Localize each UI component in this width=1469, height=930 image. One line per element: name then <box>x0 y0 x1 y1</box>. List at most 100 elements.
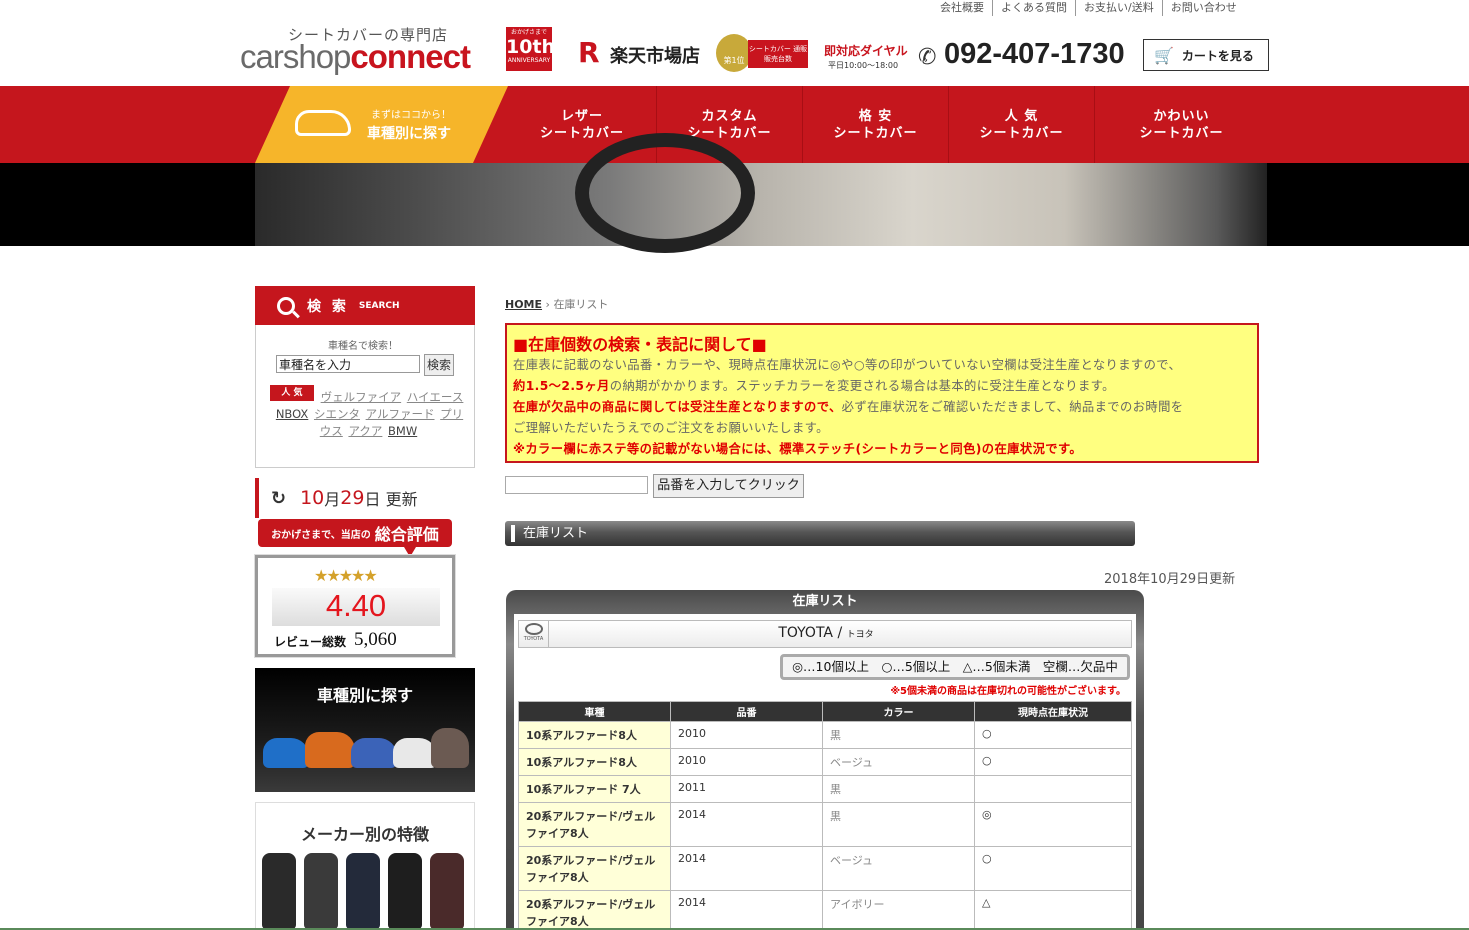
nav-popular[interactable]: 人 気シートカバー <box>948 86 1094 163</box>
nav-cheap[interactable]: 格 安シートカバー <box>802 86 948 163</box>
orange-car-image <box>305 732 355 768</box>
popular-link-sienta[interactable]: シエンタ <box>314 407 360 421</box>
seat-image-4 <box>388 853 422 929</box>
link-payment[interactable]: お支払い/送料 <box>1076 0 1163 16</box>
header-color: カラー <box>822 701 975 722</box>
notice-p1: 在庫表に記載のない品番・カラーや、現時点在庫状況に◎や○等の印がついていない空欄… <box>513 358 1182 372</box>
phone-icon: ✆ <box>918 45 937 70</box>
badge-top-text: おかげさまで <box>510 29 547 36</box>
stock-list-inner: TOYOTA / トヨタ TOYOTA ◎…10個以上 ○…5個以上 △…5個未… <box>514 614 1136 930</box>
logo-text-b: connect <box>350 38 471 75</box>
sidebar-search-header: 検 索 SEARCH <box>255 286 475 325</box>
breadcrumb-current: 在庫リスト <box>553 298 609 311</box>
dial-label: 即対応ダイヤル <box>824 44 908 58</box>
update-month: 10 <box>300 487 325 509</box>
link-contact[interactable]: お問い合わせ <box>1163 0 1245 16</box>
nav-leather-l2: シートカバー <box>539 125 624 141</box>
maker-name-kana: トヨタ <box>846 630 874 640</box>
logo-text-a: carshop <box>240 38 351 75</box>
site-logo[interactable]: carshopconnect <box>240 38 471 76</box>
stock-list-title: 在庫リスト <box>792 594 858 609</box>
popular-link-alphard[interactable]: アルファード <box>366 407 435 421</box>
notice-p2-red: 約1.5～2.5ヶ月 <box>513 379 610 393</box>
table-row: 10系アルファード8人 2010 ベージュ ○ <box>518 748 1132 776</box>
sidebar-update: ↻ 10 月 29 日 更新 <box>255 478 475 518</box>
page: 会社概要 よくある質問 お支払い/送料 お問い合わせ シートカバーの専門店 ca… <box>0 0 1469 930</box>
popular-link-hiace[interactable]: ハイエース <box>407 390 464 404</box>
nav-search-by-car[interactable]: まずはココから！ 車種別に探す <box>255 86 508 163</box>
section-title-bar: 在庫リスト <box>505 521 1135 546</box>
toyota-logo-text: TOYOTA <box>523 636 544 642</box>
popular-link-vellfire[interactable]: ヴェルファイア <box>321 390 402 404</box>
nav-search-small: まずはココから！ <box>371 110 451 121</box>
eval-banner: おかげさまで、当店の 総合評価 <box>258 519 452 557</box>
product-code-search-button[interactable]: 品番を入力してクリック <box>653 474 804 498</box>
header-stock: 現時点在庫状況 <box>974 701 1132 722</box>
popular-links: ヴェルファイア ハイエース NBOX シエンタ アルファード プリウス アクア … <box>270 389 468 440</box>
cell-car: 20系アルファード/ヴェルファイア8人 <box>518 890 671 930</box>
cell-code: 2014 <box>670 846 823 891</box>
car-icon <box>295 110 351 136</box>
car-search-button[interactable]: 検索 <box>424 354 454 376</box>
link-faq[interactable]: よくある質問 <box>993 0 1076 16</box>
breadcrumb-separator: › <box>545 298 550 311</box>
notice-line-2: 約1.5～2.5ヶ月の納期がかかります。ステッチカラーを変更される場合は基本的に… <box>513 376 1249 397</box>
update-day-unit: 日 更新 <box>364 490 418 509</box>
stock-legend: ◎…10個以上 ○…5個以上 △…5個未満 空欄…欠品中 <box>780 654 1130 680</box>
sidebar-search-en: SEARCH <box>358 300 400 311</box>
rating-stars-icon: ★★★★★ <box>314 566 378 585</box>
cell-color: 黒 <box>822 775 975 803</box>
car-name-search-input[interactable] <box>276 355 420 373</box>
cell-stock: ○ <box>974 748 1132 776</box>
badge-bottom-text: ANNIVERSARY <box>507 57 551 64</box>
cell-color: 黒 <box>822 802 975 847</box>
cart-button[interactable]: 🛒 カートを見る <box>1143 39 1269 71</box>
nav-leather-l1: レザー <box>560 108 603 124</box>
cell-car: 20系アルファード/ヴェルファイア8人 <box>518 802 671 847</box>
maker-name: TOYOTA / トヨタ <box>519 625 1133 641</box>
nav-cute-l1: かわいい <box>1153 108 1210 124</box>
rank-ribbon: シートカバー 通販販売台数 <box>748 40 808 68</box>
header-code: 品番 <box>670 701 823 722</box>
refresh-icon: ↻ <box>271 487 287 509</box>
top-links: 会社概要 よくある質問 お支払い/送料 お問い合わせ <box>932 0 1245 16</box>
badge-big-text: 10th <box>506 36 556 58</box>
nav-cute[interactable]: かわいい シートカバー <box>1094 86 1268 163</box>
maker-title: メーカー別の特徴 <box>300 825 429 844</box>
phone-number[interactable]: 092-407-1730 <box>944 38 1125 71</box>
rank-medal-icon: 第1位 <box>716 34 752 72</box>
breadcrumb-home[interactable]: HOME <box>505 298 542 311</box>
rakuten-store-link[interactable]: 楽天市場店 <box>610 42 700 68</box>
cell-code: 2014 <box>670 890 823 930</box>
stock-updated-date: 2018年10月29日更新 <box>1104 572 1236 587</box>
table-row: 10系アルファード8人 2010 黒 ○ <box>518 721 1132 749</box>
popular-link-nbox[interactable]: NBOX <box>276 407 308 421</box>
navy-car-image <box>351 738 397 768</box>
review-label: レビュー総数 <box>274 635 347 649</box>
eval-title: 総合評価 <box>374 525 439 544</box>
link-company[interactable]: 会社概要 <box>932 0 993 16</box>
notice-p5-red: ※カラー欄に赤ステ等の記載がない場合には、標準ステッチ(シートカラーと同色)の在… <box>513 442 1083 456</box>
popular-link-bmw[interactable]: BMW <box>388 424 417 438</box>
blue-car-image <box>263 738 309 768</box>
product-code-input[interactable] <box>505 476 648 494</box>
hero-image <box>255 133 1267 253</box>
update-month-unit: 月 <box>324 490 341 509</box>
header-car: 車種 <box>518 701 671 722</box>
cell-code: 2014 <box>670 802 823 847</box>
nav-cheap-l2: シートカバー <box>833 125 918 141</box>
breadcrumb: HOME › 在庫リスト <box>505 296 608 312</box>
eval-score: 4.40 <box>325 588 387 623</box>
eval-box[interactable]: ★★★★★ 4.40 レビュー総数 5,060 <box>254 554 456 658</box>
cell-code: 2010 <box>670 721 823 749</box>
popular-link-aqua[interactable]: アクア <box>348 424 382 438</box>
notice-title: ■在庫個数の検索・表記に関して■ <box>513 335 767 354</box>
search-icon <box>277 296 295 315</box>
rakuten-r-icon[interactable]: R <box>578 38 600 68</box>
cell-color: 黒 <box>822 721 975 749</box>
dial-hours: 平日10:00～18:00 <box>828 61 899 70</box>
eval-pre: おかげさまで、当店の <box>271 529 371 541</box>
bycar-banner[interactable]: 車種別に探す <box>255 668 475 792</box>
maker-banner[interactable]: メーカー別の特徴 <box>255 802 475 930</box>
cell-stock: ◎ <box>974 802 1132 847</box>
